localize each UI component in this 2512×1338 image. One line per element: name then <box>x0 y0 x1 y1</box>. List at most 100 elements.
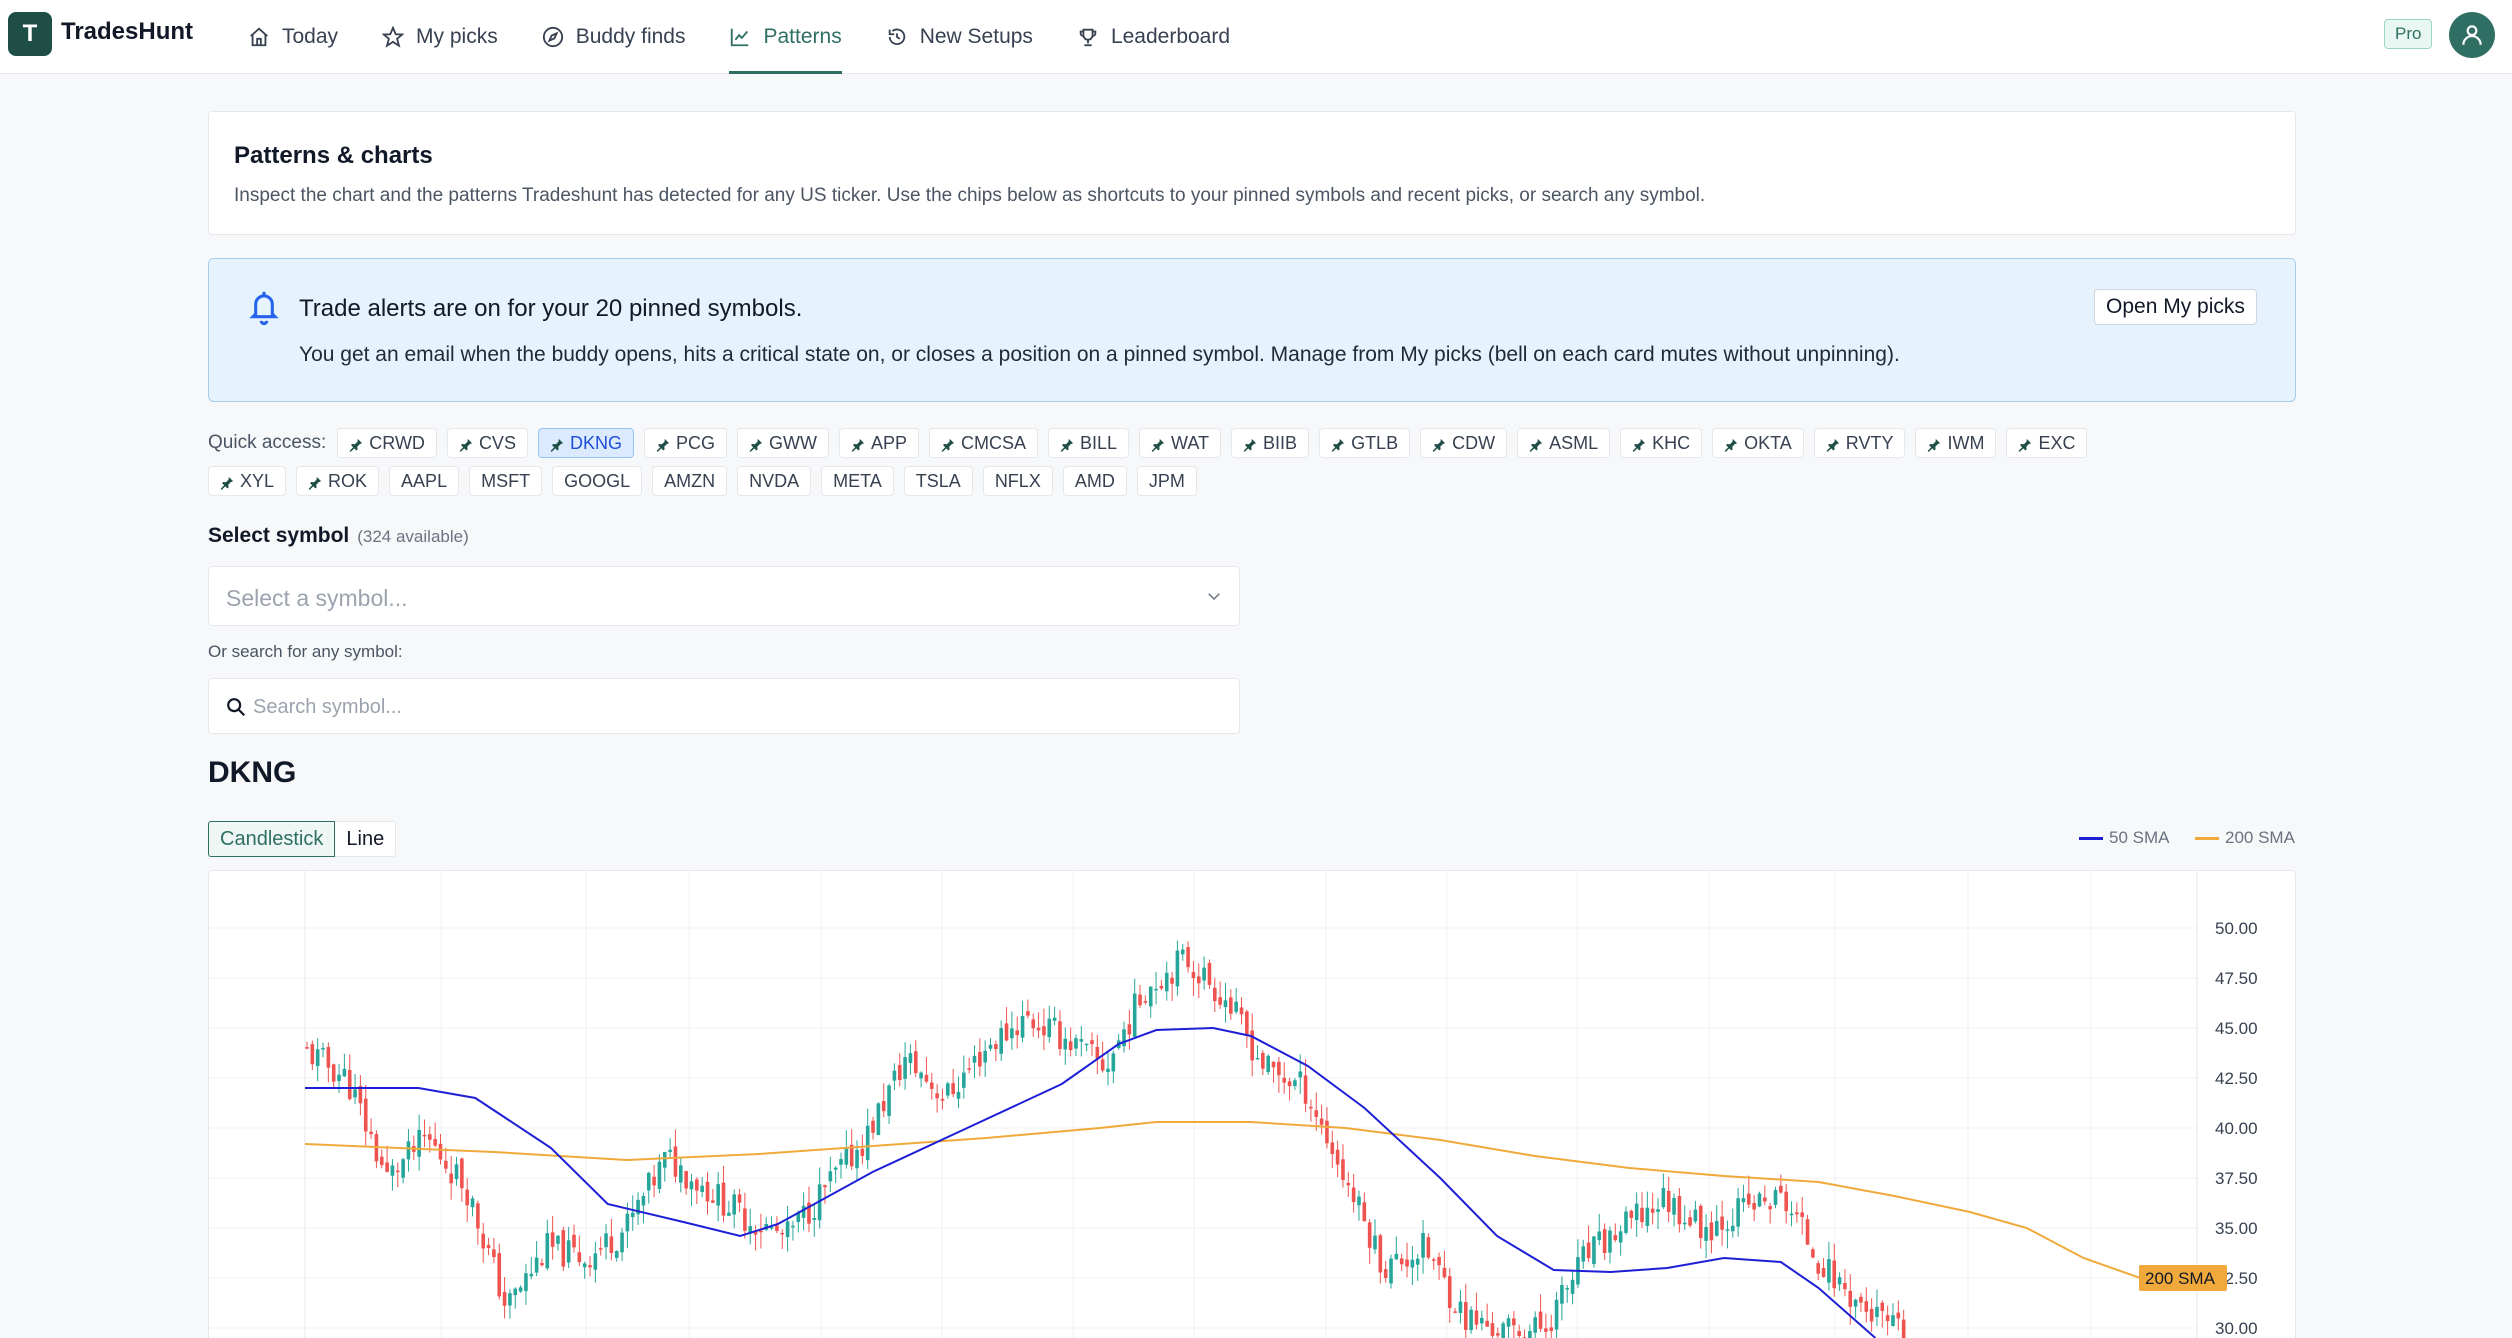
chart-svg[interactable]: 50.0047.5045.0042.5040.0037.5035.0032.50… <box>209 871 2296 1338</box>
candle-body <box>1592 1236 1596 1265</box>
nav-buddy-finds[interactable]: Buddy finds <box>542 0 685 74</box>
candle-body <box>529 1273 534 1277</box>
candle-body <box>1405 1259 1409 1267</box>
chip-label: PCG <box>675 432 715 453</box>
candle-body <box>582 1263 587 1268</box>
nav-today[interactable]: Today <box>248 0 338 74</box>
quick-chip-nflx[interactable]: NFLX <box>982 466 1053 496</box>
symbols-available-count: (324 available) <box>357 527 469 546</box>
quick-chip-crwd[interactable]: CRWD <box>337 428 437 458</box>
candle-body <box>1688 1217 1692 1226</box>
candle-body <box>1239 1007 1244 1015</box>
candle-body <box>433 1139 437 1146</box>
quick-chip-biib[interactable]: BIIB <box>1231 428 1310 458</box>
candle-body <box>646 1172 651 1191</box>
candle-body <box>1816 1263 1821 1274</box>
candle-body <box>732 1194 736 1215</box>
nav-new-setups[interactable]: New Setups <box>886 0 1033 74</box>
candle-body <box>1602 1229 1607 1254</box>
y-tick-label: 30.00 <box>2215 1319 2258 1338</box>
candle-body <box>855 1149 859 1169</box>
candle-body <box>780 1232 785 1235</box>
quick-chip-amzn[interactable]: AMZN <box>652 466 728 496</box>
chip-label: GTLB <box>1351 432 1399 453</box>
legend-item-200sma: 200 SMA <box>2195 828 2295 848</box>
pin-icon <box>1243 436 1257 452</box>
candle-body <box>497 1253 502 1297</box>
quick-chip-rvty[interactable]: RVTY <box>1813 428 1906 458</box>
quick-chip-cvs[interactable]: CVS <box>446 428 528 458</box>
symbol-search-input[interactable]: Search symbol... <box>208 678 1240 734</box>
quick-chip-tsla[interactable]: TSLA <box>903 466 973 496</box>
nav-my-picks[interactable]: My picks <box>382 0 498 74</box>
candle-body <box>428 1134 432 1140</box>
quick-chip-wat[interactable]: WAT <box>1139 428 1222 458</box>
quick-chip-khc[interactable]: KHC <box>1620 428 1703 458</box>
candle-body <box>860 1148 865 1156</box>
quick-chip-iwm[interactable]: IWM <box>1915 428 1997 458</box>
page-title: Patterns & charts <box>234 142 433 169</box>
quick-chip-okta[interactable]: OKTA <box>1712 428 1804 458</box>
quick-chip-cdw[interactable]: CDW <box>1420 428 1508 458</box>
candle-body <box>881 1101 886 1112</box>
candle-body <box>679 1165 683 1183</box>
candle-body <box>454 1164 459 1180</box>
quick-chip-meta[interactable]: META <box>821 466 894 496</box>
candle-body <box>1613 1235 1618 1241</box>
candle-body <box>1821 1268 1826 1277</box>
candle-body <box>1367 1222 1372 1248</box>
quick-chip-gww[interactable]: GWW <box>736 428 829 458</box>
candlestick-option[interactable]: Candlestick <box>208 821 336 857</box>
quick-chip-jpm[interactable]: JPM <box>1136 466 1197 496</box>
quick-chip-dkng[interactable]: DKNG <box>537 428 634 458</box>
candle-body <box>919 1072 923 1079</box>
logo[interactable]: T <box>8 12 52 56</box>
candle-body <box>1693 1209 1698 1222</box>
candle-body <box>598 1248 603 1250</box>
candle-body <box>1490 1323 1495 1336</box>
quick-chip-pcg[interactable]: PCG <box>643 428 727 458</box>
chip-label: TSLA <box>915 470 961 491</box>
candle-body <box>705 1181 710 1202</box>
quick-chip-gtlb[interactable]: GTLB <box>1319 428 1411 458</box>
candle-body <box>1303 1075 1308 1104</box>
symbol-select[interactable]: Select a symbol... <box>208 566 1240 626</box>
nav-leaderboard[interactable]: Leaderboard <box>1077 0 1230 74</box>
price-chart[interactable]: 50.00 47.50 45.00 42.50 40.00 37.50 35.00 32.50… <box>208 870 2296 1338</box>
candle-body <box>1196 976 1201 984</box>
quick-chip-msft[interactable]: MSFT <box>469 466 543 496</box>
brand-name[interactable]: TradesHunt <box>61 18 193 46</box>
candle-body <box>1624 1211 1628 1233</box>
quick-chip-exc[interactable]: EXC <box>2006 428 2088 458</box>
line-option[interactable]: Line <box>335 821 397 857</box>
nav-patterns[interactable]: Patterns <box>729 0 842 74</box>
candle-body <box>1111 1053 1116 1072</box>
candle-body <box>379 1156 384 1166</box>
intro-card: Patterns & charts Inspect the chart and … <box>208 111 2296 235</box>
quick-chip-rok[interactable]: ROK <box>296 466 380 496</box>
candle-body <box>566 1240 571 1263</box>
quick-chip-aapl[interactable]: AAPL <box>389 466 460 496</box>
candle-body <box>1453 1311 1457 1313</box>
quick-chip-bill[interactable]: BILL <box>1048 428 1130 458</box>
candle-body <box>1837 1277 1842 1285</box>
candle-body <box>524 1273 528 1292</box>
quick-chip-xyl[interactable]: XYL <box>208 466 287 496</box>
candle-body <box>1442 1267 1447 1278</box>
quick-chip-asml[interactable]: ASML <box>1517 428 1611 458</box>
user-icon <box>2462 25 2482 45</box>
chevron-down-icon <box>1205 587 1223 605</box>
quick-chip-app[interactable]: APP <box>838 428 919 458</box>
user-avatar[interactable] <box>2449 12 2495 58</box>
quick-chip-cmcsa[interactable]: CMCSA <box>929 428 1039 458</box>
open-my-picks-button[interactable]: Open My picks <box>2094 289 2257 325</box>
candle-body <box>1463 1302 1468 1330</box>
candle-body <box>1618 1231 1623 1243</box>
candle-body <box>1410 1259 1415 1268</box>
candle-body <box>1843 1283 1847 1290</box>
quick-chip-nvda[interactable]: NVDA <box>737 466 812 496</box>
candle-body <box>791 1225 795 1228</box>
candle-body <box>695 1179 699 1191</box>
quick-chip-amd[interactable]: AMD <box>1062 466 1127 496</box>
quick-chip-googl[interactable]: GOOGL <box>552 466 643 496</box>
